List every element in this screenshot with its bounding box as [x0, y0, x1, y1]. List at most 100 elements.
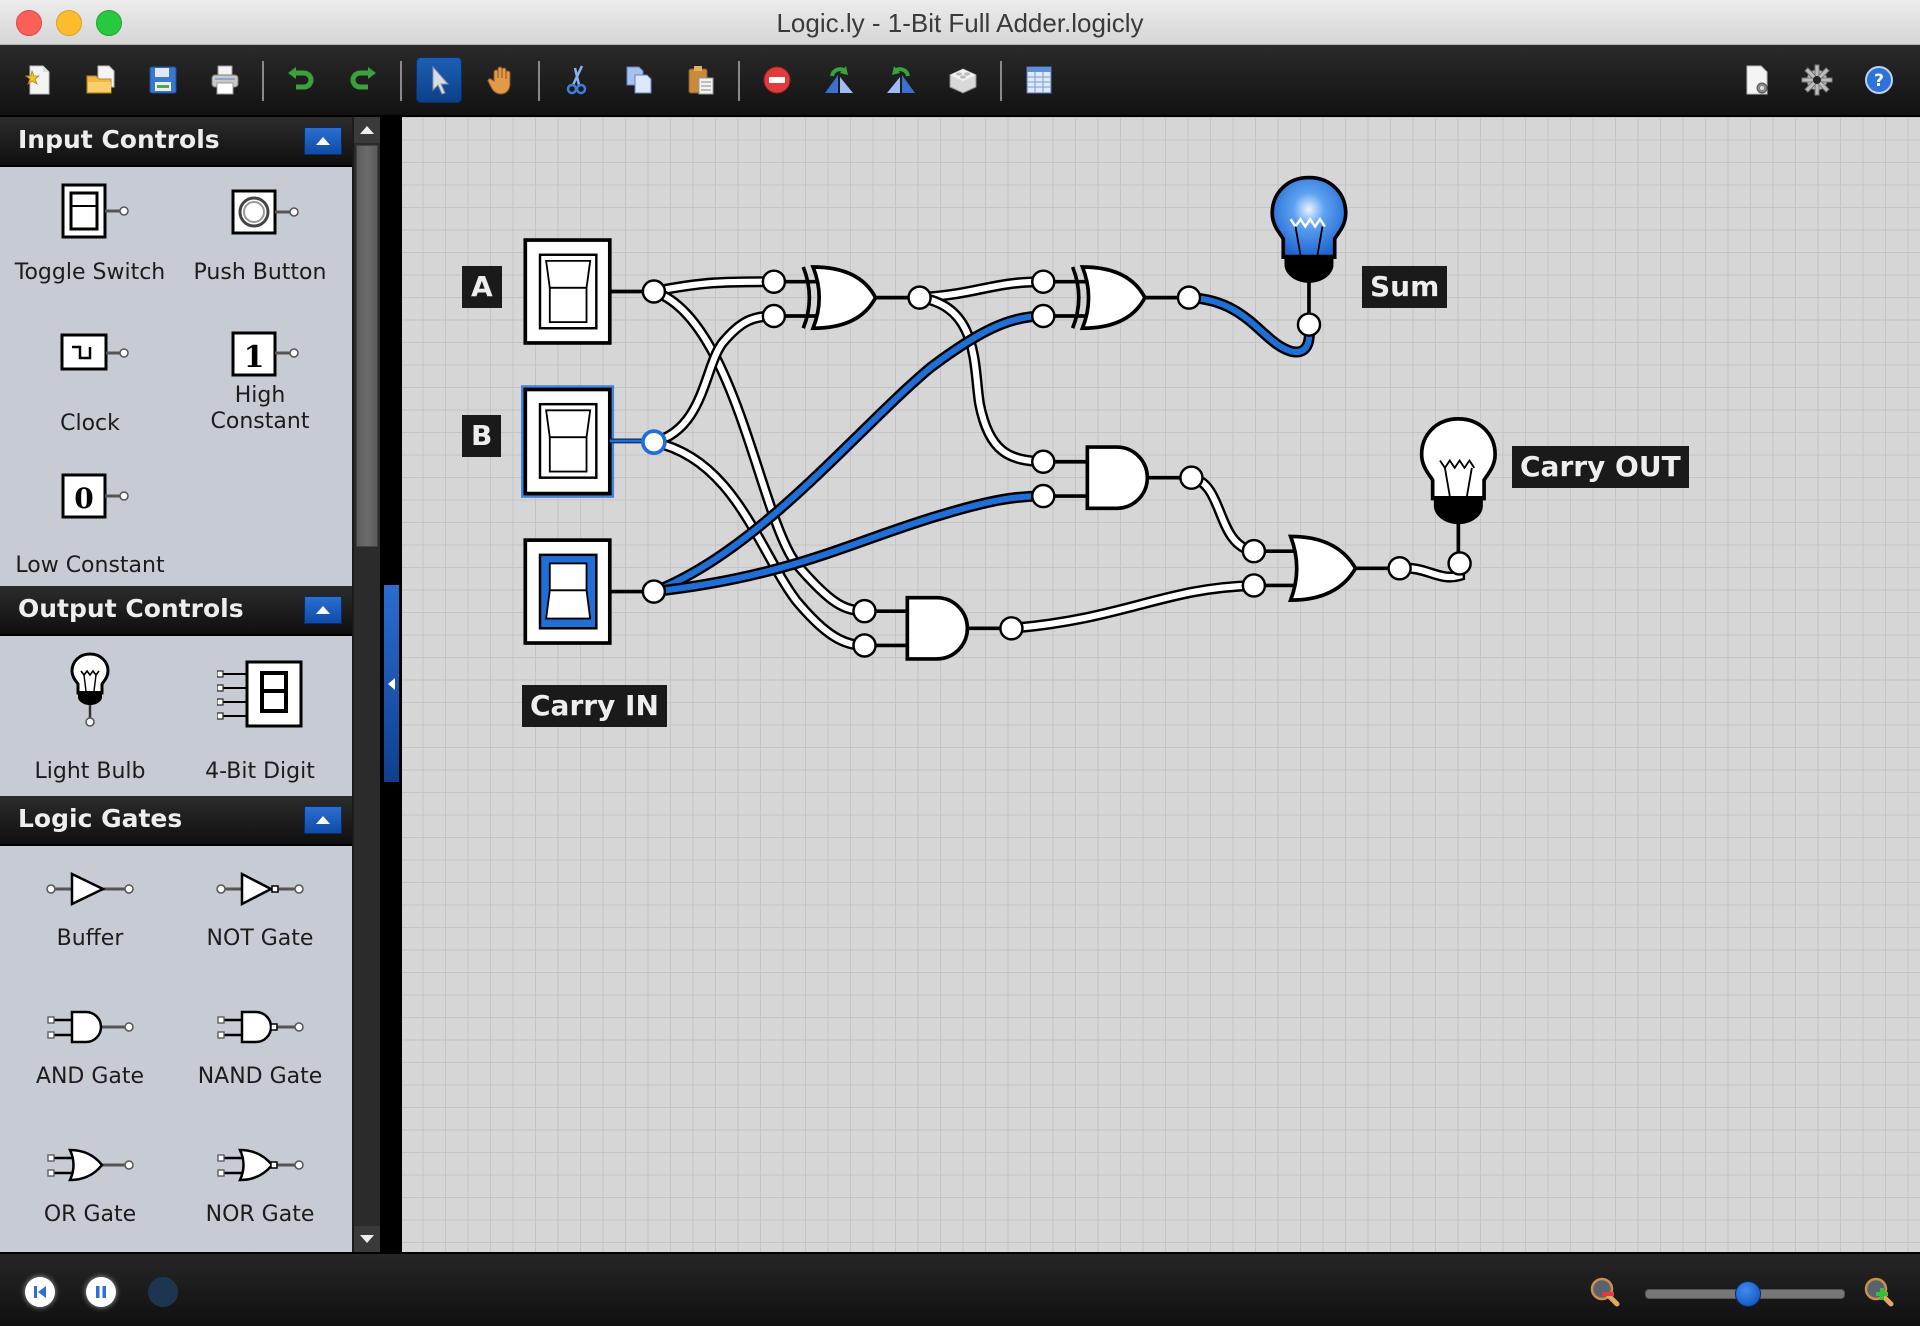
palette-item-label: High Constant: [210, 383, 310, 434]
print-button[interactable]: [202, 57, 248, 103]
paste-button[interactable]: [678, 57, 724, 103]
flip-horizontal-button[interactable]: [816, 57, 862, 103]
node-xor1-in2[interactable]: [761, 303, 787, 329]
undo-icon: [288, 67, 314, 90]
scroll-up-button[interactable]: [354, 117, 380, 143]
truth-table-button[interactable]: [1016, 57, 1062, 103]
svg-text:0: 0: [74, 482, 93, 515]
flip-vertical-button[interactable]: [878, 57, 924, 103]
node-and1-in2[interactable]: [1031, 483, 1056, 509]
pan-tool-button[interactable]: [478, 57, 524, 103]
palette-item-high-constant[interactable]: 1 High Constant: [175, 331, 345, 451]
node-b-out[interactable]: [641, 429, 667, 456]
collapse-input-controls-button[interactable]: [304, 127, 342, 155]
palette-item-and-gate[interactable]: AND Gate: [5, 1002, 175, 1112]
label-sum[interactable]: Sum: [1362, 266, 1448, 308]
node-or-in2[interactable]: [1241, 573, 1267, 598]
node-sum-in[interactable]: [1296, 312, 1322, 337]
palette-item-nor-gate[interactable]: NOR Gate: [175, 1140, 345, 1250]
help-button[interactable]: ?: [1856, 57, 1902, 103]
redo-icon: [350, 67, 376, 90]
scroll-down-button[interactable]: [354, 1226, 380, 1252]
palette-item-label: AND Gate: [35, 1064, 145, 1089]
collapse-output-controls-button[interactable]: [304, 596, 342, 624]
gear-icon: [1801, 64, 1833, 96]
arrow-pointer-icon: [432, 65, 450, 95]
window-title: Logic.ly - 1-Bit Full Adder.logicly: [776, 8, 1144, 38]
undo-button[interactable]: [278, 57, 324, 103]
collapse-sidebar-handle[interactable]: [384, 585, 399, 782]
palette-item-push-button[interactable]: Push Button: [175, 180, 345, 290]
copy-button[interactable]: [616, 57, 662, 103]
palette-item-label: 4-Bit Digit: [205, 759, 315, 784]
palette-item-or-gate[interactable]: OR Gate: [5, 1140, 175, 1250]
label-carry-in[interactable]: Carry IN: [522, 685, 667, 727]
buffer-gate-icon: [46, 872, 134, 906]
node-xor2-out[interactable]: [1176, 285, 1202, 310]
redo-button[interactable]: [340, 57, 386, 103]
scrollbar-thumb[interactable]: [356, 145, 378, 547]
new-file-button[interactable]: [16, 57, 62, 103]
integrated-circuit-button[interactable]: [940, 57, 986, 103]
node-or-in1[interactable]: [1241, 538, 1267, 564]
section-header-logic-gates[interactable]: Logic Gates: [0, 796, 352, 846]
label-a[interactable]: A: [462, 266, 502, 308]
node-and1-in1[interactable]: [1031, 449, 1056, 474]
step-simulation-button[interactable]: [148, 1277, 178, 1307]
reset-simulation-button[interactable]: [25, 1277, 55, 1307]
clock-icon: [60, 333, 129, 371]
node-and2-out[interactable]: [999, 616, 1024, 641]
clipboard-icon: [688, 66, 714, 95]
palette-item-toggle-switch[interactable]: Toggle Switch: [5, 180, 175, 290]
node-xor1-in1[interactable]: [761, 269, 787, 294]
scroll-up-arrow-icon: [360, 126, 374, 134]
node-carryout-in[interactable]: [1447, 551, 1472, 576]
palette-item-buffer[interactable]: Buffer: [5, 864, 175, 974]
node-and1-out[interactable]: [1179, 465, 1204, 490]
node-xor1-out[interactable]: [907, 285, 932, 310]
copy-icon: [626, 66, 652, 94]
and-gate-2[interactable]: [905, 595, 970, 661]
table-icon: [1026, 66, 1052, 94]
collapse-logic-gates-button[interactable]: [304, 806, 342, 834]
palette-item-nand-gate[interactable]: NAND Gate: [175, 1002, 345, 1112]
palette-item-not-gate[interactable]: NOT Gate: [175, 864, 345, 974]
pause-simulation-button[interactable]: [86, 1277, 116, 1307]
zoom-in-button[interactable]: [1862, 1275, 1896, 1309]
and-gate-1[interactable]: [1085, 445, 1150, 511]
node-and2-in1[interactable]: [852, 598, 877, 624]
zoom-slider[interactable]: [1645, 1281, 1845, 1307]
palette-item-low-constant[interactable]: 0 Low Constant: [5, 473, 175, 583]
node-and2-in2[interactable]: [852, 633, 877, 658]
hand-icon: [487, 66, 511, 95]
document-settings-button[interactable]: [1734, 57, 1780, 103]
label-carry-out[interactable]: Carry OUT: [1512, 446, 1689, 488]
palette-item-clock[interactable]: Clock: [5, 331, 175, 441]
node-xor2-in2[interactable]: [1031, 303, 1056, 329]
palette-scrollbar[interactable]: [354, 117, 380, 1252]
node-or-out[interactable]: [1387, 556, 1412, 581]
select-tool-button[interactable]: [416, 57, 462, 103]
section-header-output-controls[interactable]: Output Controls: [0, 586, 352, 636]
zoom-out-button[interactable]: [1588, 1275, 1622, 1309]
zoom-slider-thumb[interactable]: [1735, 1281, 1762, 1307]
flip-vertical-icon: [887, 66, 915, 93]
cut-button[interactable]: [554, 57, 600, 103]
node-xor2-in1[interactable]: [1031, 269, 1056, 294]
toolbar-separator: [538, 61, 540, 101]
chevron-up-icon: [316, 606, 330, 614]
palette-item-label: Clock: [60, 411, 120, 436]
node-cin-out[interactable]: [641, 579, 667, 604]
label-b[interactable]: B: [462, 415, 502, 457]
delete-button[interactable]: [754, 57, 800, 103]
toggle-switch-icon: [61, 183, 129, 239]
palette-item-light-bulb[interactable]: Light Bulb: [5, 651, 175, 784]
node-a-out[interactable]: [641, 279, 667, 304]
section-header-input-controls[interactable]: Input Controls: [0, 117, 352, 167]
sidebar-splitter: [380, 117, 402, 1252]
open-file-button[interactable]: [78, 57, 124, 103]
save-button[interactable]: [140, 57, 186, 103]
preferences-button[interactable]: [1794, 57, 1840, 103]
palette-item-4-bit-digit[interactable]: 4-Bit Digit: [175, 651, 345, 784]
chevron-up-icon: [316, 137, 330, 145]
